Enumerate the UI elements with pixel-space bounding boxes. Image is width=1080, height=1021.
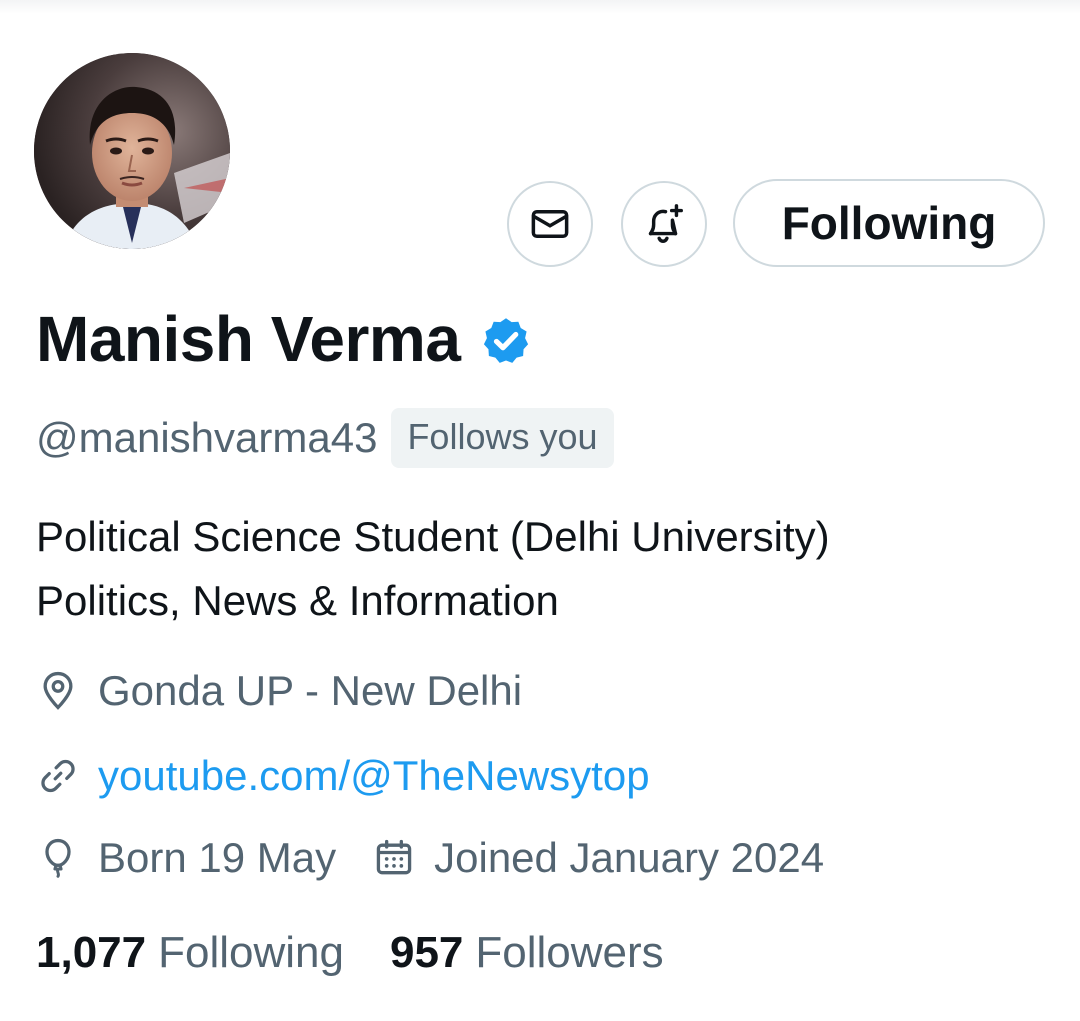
bio-line: Political Science Student (Delhi Univers… xyxy=(36,513,830,560)
following-label: Following xyxy=(158,928,344,977)
joined-item: Joined January 2024 xyxy=(372,834,824,882)
followers-stat[interactable]: 957 Followers xyxy=(390,928,664,978)
follow-stats: 1,077 Following 957 Followers xyxy=(36,928,664,978)
website-row: youtube.com/@TheNewsytop xyxy=(36,752,650,800)
banner-edge xyxy=(0,0,1080,14)
following-count: 1,077 xyxy=(36,928,147,977)
followers-count: 957 xyxy=(389,928,464,977)
followers-label: Followers xyxy=(475,928,664,977)
envelope-icon xyxy=(531,210,569,238)
website-link[interactable]: youtube.com/@TheNewsytop xyxy=(98,752,650,800)
location-row: Gonda UP - New Delhi xyxy=(36,667,522,715)
verified-badge-icon[interactable] xyxy=(480,315,532,367)
avatar[interactable] xyxy=(34,53,230,249)
username-handle: @manishvarma43 xyxy=(36,414,378,461)
message-button[interactable] xyxy=(507,181,593,267)
location-text: Gonda UP - New Delhi xyxy=(98,667,523,714)
birthday-text: Born 19 May xyxy=(98,834,337,881)
following-stat[interactable]: 1,077 Following xyxy=(36,928,344,978)
link-icon xyxy=(36,754,80,798)
bio: Political Science Student (Delhi Univers… xyxy=(36,505,1046,633)
display-name: Manish Verma xyxy=(36,303,461,375)
balloon-icon xyxy=(36,836,80,880)
avatar-photo xyxy=(34,53,230,249)
bio-line: Politics, News & Information xyxy=(36,577,559,624)
name-row: Manish Verma xyxy=(36,302,532,376)
following-button-label: Following xyxy=(781,197,997,249)
joined-text: Joined January 2024 xyxy=(434,834,825,881)
following-button[interactable]: Following xyxy=(733,179,1045,267)
calendar-icon xyxy=(372,836,416,880)
location-pin-icon xyxy=(36,669,80,713)
bell-plus-icon xyxy=(648,204,683,243)
handle-row: @manishvarma43 Follows you xyxy=(36,408,614,468)
notifications-button[interactable] xyxy=(621,181,707,267)
follows-you-badge: Follows you xyxy=(391,408,614,468)
dates-row: Born 19 May Joined January 2024 xyxy=(36,834,824,882)
